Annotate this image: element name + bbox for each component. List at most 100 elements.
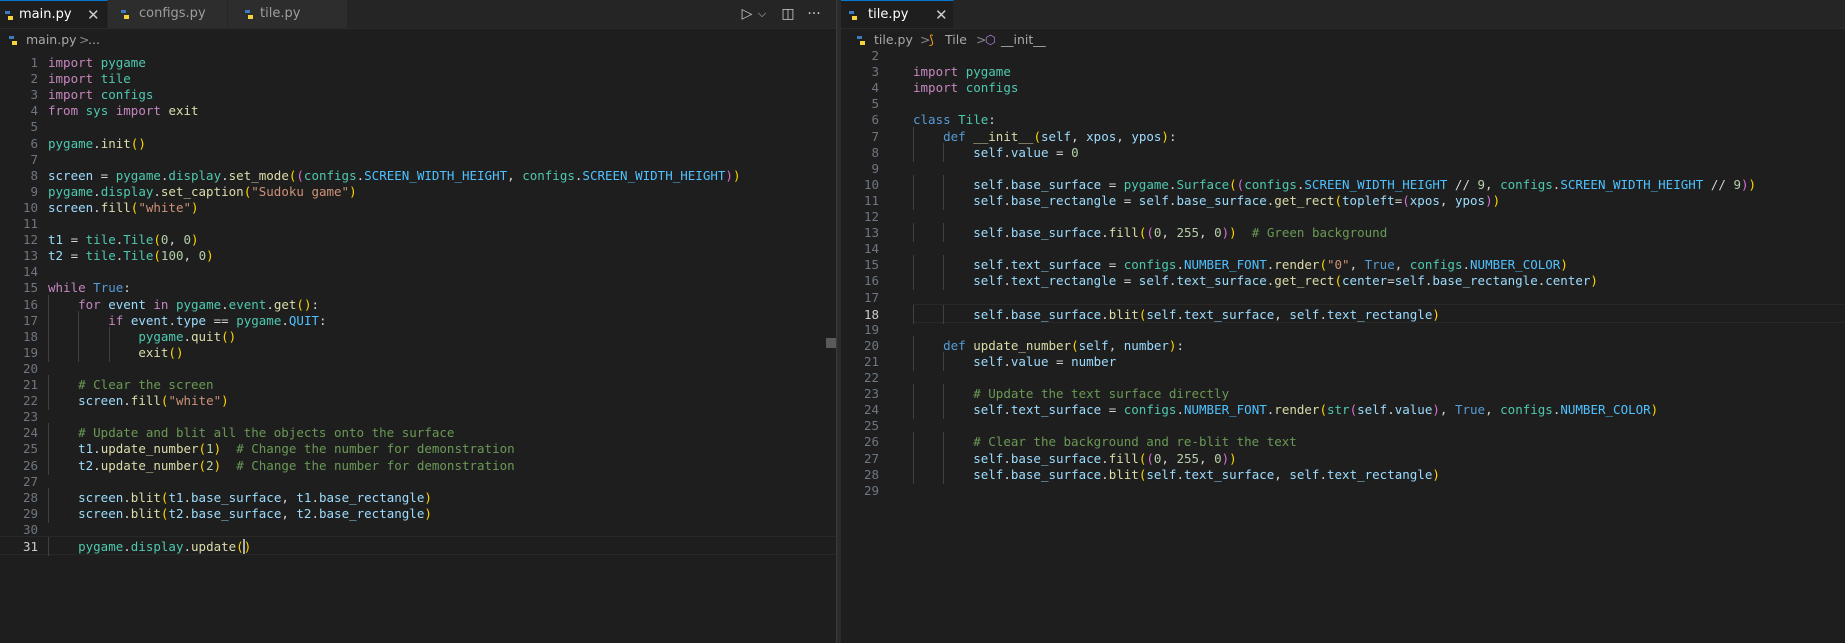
code-token: self xyxy=(1078,337,1109,353)
code-token: set_mode xyxy=(228,167,289,183)
right-editor-group: tile.py ✕ tile.py > ⟆ Tile > ⬡ __init__ … xyxy=(841,0,1845,643)
code-token: . xyxy=(123,505,131,521)
code-token: import xyxy=(48,87,94,103)
code-token: base_surface xyxy=(1010,450,1102,466)
more-actions-icon[interactable]: ··· xyxy=(805,0,823,28)
code-token: , xyxy=(168,232,184,248)
python-file-icon xyxy=(121,10,129,19)
code-token: , xyxy=(1071,128,1087,144)
code-token: screen xyxy=(48,167,94,183)
scrollbar-thumb[interactable] xyxy=(826,338,836,348)
play-icon[interactable]: ▷ xyxy=(739,0,755,28)
code-token: blit xyxy=(130,505,161,521)
breadcrumb-file[interactable]: main.py xyxy=(26,29,77,51)
code-token: pygame xyxy=(115,167,161,183)
tab-tile-py[interactable]: tile.py xyxy=(228,0,348,28)
code-token: 9 xyxy=(1733,176,1741,192)
code-token: 0 xyxy=(198,248,207,264)
breadcrumb-symbol[interactable]: ... xyxy=(88,29,100,51)
code-token: number xyxy=(1123,337,1169,353)
code-token: self xyxy=(973,257,1004,273)
code-token: = xyxy=(1101,402,1124,418)
code-token: , xyxy=(1439,192,1455,208)
code-token: blit xyxy=(130,489,161,505)
code-token: . xyxy=(1003,402,1011,418)
code-token: base_rectangle xyxy=(1010,192,1117,208)
tab-configs-py[interactable]: configs.py xyxy=(108,0,228,28)
code-token: update_number xyxy=(973,337,1072,353)
code-token: . xyxy=(1003,273,1011,289)
code-token: configs xyxy=(100,87,154,103)
tab-tile-py[interactable]: tile.py ✕ xyxy=(841,0,954,28)
code-token: pygame xyxy=(175,296,222,312)
left-tab-bar: main.py ✕ configs.py tile.py ▷ ⌵ ◫ ··· xyxy=(0,0,836,29)
code-token: blit xyxy=(1108,466,1139,482)
close-icon[interactable]: ✕ xyxy=(935,1,948,29)
code-token: from xyxy=(48,103,79,119)
code-token: . xyxy=(311,505,319,521)
breadcrumb-file[interactable]: tile.py xyxy=(874,29,913,51)
code-token: ) xyxy=(1161,128,1169,144)
code-token: ( xyxy=(198,457,207,473)
code-token: , xyxy=(281,489,297,505)
code-token: , xyxy=(1485,402,1501,418)
code-token: ( xyxy=(1319,402,1327,418)
code-token: if xyxy=(108,312,124,328)
code-token: ) xyxy=(1740,176,1749,192)
code-token: init xyxy=(100,135,131,151)
code-token: ) xyxy=(1432,466,1440,482)
close-icon[interactable]: ✕ xyxy=(87,1,100,29)
code-token: ) xyxy=(349,183,357,199)
code-token: . xyxy=(1003,257,1011,273)
code-token: ) xyxy=(1229,225,1237,241)
code-token: = xyxy=(63,232,86,248)
code-token: exit xyxy=(138,344,169,360)
split-editor-icon[interactable]: ◫ xyxy=(779,0,797,28)
code-token: t1 xyxy=(78,441,94,457)
code-token: type xyxy=(175,312,207,328)
code-token: , xyxy=(281,505,297,521)
code-token: # Change the number for demonstration xyxy=(236,441,515,457)
code-token: : xyxy=(988,112,996,128)
code-line[interactable]: 29 xyxy=(864,481,1845,500)
code-token: value xyxy=(1010,353,1049,369)
code-token: set_caption xyxy=(160,183,244,199)
code-token: True xyxy=(93,280,124,296)
code-token: t1 xyxy=(48,232,64,248)
breadcrumb: main.py > ... xyxy=(0,29,836,51)
code-token: : xyxy=(123,280,131,296)
code-token: // xyxy=(1447,176,1478,192)
code-token: configs xyxy=(303,167,357,183)
code-token: # Green background xyxy=(1251,225,1388,241)
code-token: self xyxy=(973,353,1004,369)
code-token: in xyxy=(153,296,169,312)
code-token: def xyxy=(943,128,966,144)
code-token: , xyxy=(1439,402,1455,418)
code-token: . xyxy=(1003,225,1011,241)
line-number: 31 xyxy=(22,539,38,554)
code-token: t1 xyxy=(168,489,184,505)
tab-main-py[interactable]: main.py ✕ xyxy=(0,0,108,28)
code-line[interactable]: 31 pygame.display.update() xyxy=(0,536,836,556)
code-token: center xyxy=(1545,273,1591,289)
code-token: . xyxy=(1003,353,1011,369)
chevron-down-icon[interactable]: ⌵ xyxy=(756,0,768,28)
code-token: . xyxy=(1462,257,1471,273)
code-token: display xyxy=(130,539,184,554)
